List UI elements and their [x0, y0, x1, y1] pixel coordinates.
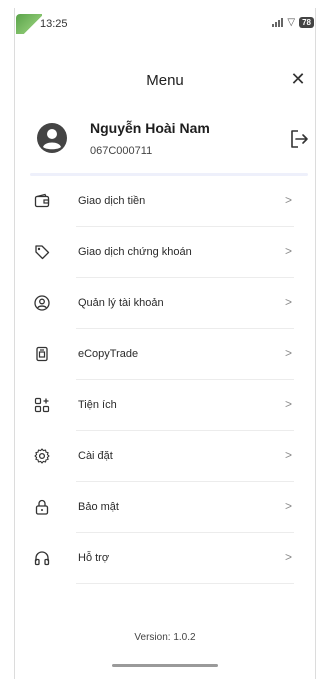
wallet-icon [34, 193, 50, 208]
account-id: 067C000711 [90, 145, 153, 157]
copy-document-icon [36, 346, 48, 362]
menu-item-settings[interactable]: Cài đặt > [14, 431, 316, 482]
menu-item-label: eCopyTrade [78, 348, 139, 360]
profile-section: Nguyễn Hoài Nam 067C000711 [14, 108, 316, 168]
chevron-right-icon: > [284, 550, 292, 564]
home-indicator[interactable] [112, 664, 218, 667]
gear-icon [34, 448, 50, 464]
lock-icon [35, 499, 49, 515]
menu-list: Giao dịch tiền > Giao dịch chứng khoán >… [14, 176, 316, 584]
app-screen: 13:25 ▽ 78 Menu ✕ Nguyễn Hoài Nam 067C00… [0, 0, 330, 679]
menu-item-label: Quản lý tài khoản [78, 297, 164, 309]
close-button[interactable]: ✕ [288, 69, 308, 89]
headphones-icon [34, 551, 50, 566]
apps-grid-icon [34, 397, 50, 413]
menu-item-support[interactable]: Hỗ trợ > [14, 533, 316, 584]
status-time: 13:25 [40, 18, 68, 30]
menu-item-label: Giao dịch tiền [78, 195, 146, 207]
menu-item-label: Hỗ trợ [78, 552, 110, 564]
chevron-right-icon: > [284, 397, 292, 411]
menu-item-account-management[interactable]: Quản lý tài khoản > [14, 278, 316, 329]
chevron-right-icon: > [284, 448, 292, 462]
logout-icon [291, 130, 308, 148]
menu-item-label: Giao dịch chứng khoán [78, 246, 192, 258]
status-icons: ▽ 78 [272, 17, 314, 28]
close-icon: ✕ [290, 69, 306, 89]
menu-item-label: Tiện ích [78, 399, 117, 411]
status-bar: 13:25 ▽ 78 [14, 12, 316, 38]
chevron-right-icon: > [284, 244, 292, 258]
chevron-right-icon: > [284, 346, 292, 360]
chevron-right-icon: > [284, 499, 292, 513]
signal-icon [272, 18, 284, 27]
logout-button[interactable] [288, 128, 310, 150]
menu-item-security[interactable]: Bảo mật > [14, 482, 316, 533]
tag-icon [35, 245, 50, 260]
user-name: Nguyễn Hoài Nam [90, 120, 210, 136]
header: Menu ✕ [14, 68, 316, 94]
version-text: Version: 1.0.2 [134, 632, 196, 643]
menu-item-utilities[interactable]: Tiện ích > [14, 380, 316, 431]
menu-item-stock-transactions[interactable]: Giao dịch chứng khoán > [14, 227, 316, 278]
chevron-right-icon: > [284, 193, 292, 207]
chevron-right-icon: > [284, 295, 292, 309]
wifi-icon: ▽ [287, 16, 296, 28]
menu-item-label: Cài đặt [78, 450, 113, 462]
page-title: Menu [146, 72, 184, 89]
menu-item-ecopytrade[interactable]: eCopyTrade > [14, 329, 316, 380]
menu-item-label: Bảo mật [78, 501, 119, 513]
user-circle-icon [34, 295, 50, 311]
menu-item-money-transactions[interactable]: Giao dịch tiền > [14, 176, 316, 227]
divider [76, 583, 294, 584]
battery-icon: 78 [299, 17, 314, 28]
corner-badge [16, 14, 42, 34]
account-circle-icon [37, 123, 67, 153]
